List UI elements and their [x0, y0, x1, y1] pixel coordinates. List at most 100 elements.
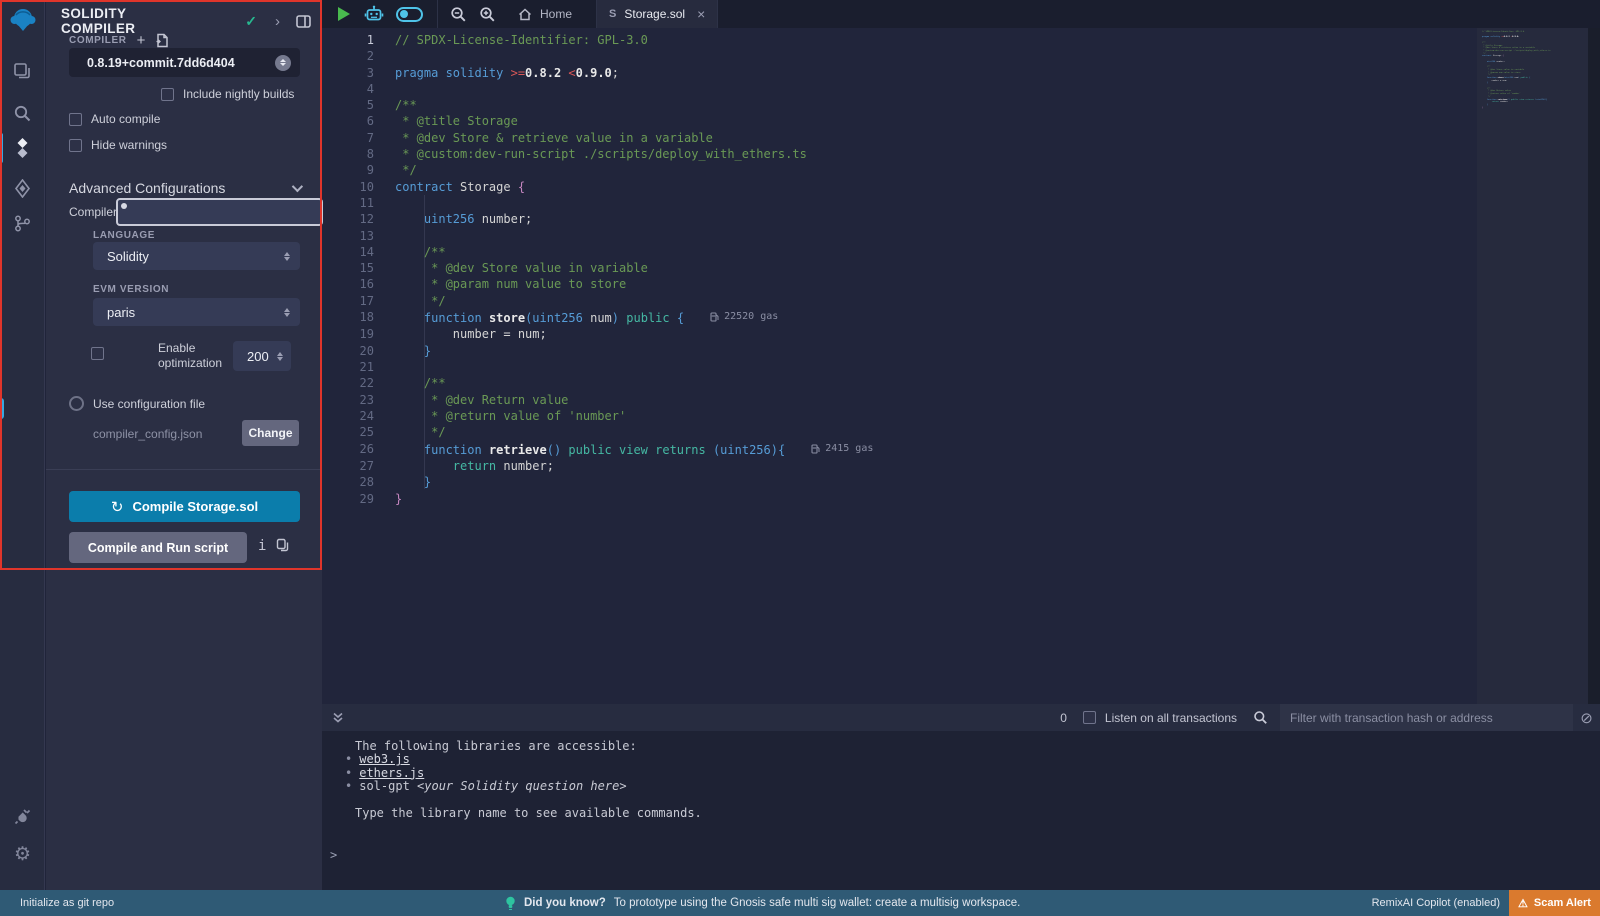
terminal-search-icon[interactable] [1253, 710, 1268, 725]
code-line[interactable]: 6 * @title Storage [322, 113, 873, 129]
code-lines: 1// SPDX-License-Identifier: GPL-3.02 3p… [322, 32, 873, 507]
copilot-toggle[interactable] [396, 7, 423, 22]
terminal-prompt[interactable]: > [322, 849, 1600, 862]
advanced-configurations-header[interactable]: Advanced Configurations [69, 180, 300, 196]
use-configuration-file-radio-row[interactable]: Use configuration file [69, 396, 205, 411]
compiler-section-label: COMPILER [69, 35, 127, 46]
evm-version-label: EVM VERSION [93, 284, 169, 295]
code-line[interactable]: 5/** [322, 97, 873, 113]
library-link[interactable]: ethers.js [359, 766, 424, 780]
code-line[interactable]: 22 /** [322, 375, 873, 391]
compile-button[interactable]: ↻ Compile Storage.sol [69, 491, 300, 522]
tab-storage-sol[interactable]: S Storage.sol × [596, 0, 718, 28]
scam-alert-button[interactable]: ⚠ Scam Alert [1509, 890, 1600, 916]
code-line[interactable]: 7 * @dev Store & retrieve value in a var… [322, 130, 873, 146]
auto-compile-row[interactable]: Auto compile [69, 112, 160, 126]
code-line[interactable]: 3pragma solidity >=0.8.2 <0.9.0; [322, 65, 873, 81]
code-line[interactable]: 24 * @return value of 'number' [322, 408, 873, 424]
minimap-rail[interactable]: // SPDX-License-Identifier: GPL-3.0 prag… [1477, 28, 1588, 704]
copilot-status[interactable]: RemixAI Copilot (enabled) [1372, 897, 1500, 909]
listen-all-transactions-label: Listen on all transactions [1105, 711, 1237, 725]
code-line[interactable]: 12 uint256 number; [322, 211, 873, 227]
home-icon [518, 8, 532, 21]
zoom-in-icon[interactable] [479, 0, 496, 28]
solidity-compiler-icon[interactable] [0, 132, 45, 164]
code-line[interactable]: 25 */ [322, 424, 873, 440]
open-file-icon[interactable] [155, 33, 169, 48]
code-line[interactable]: 13 [322, 228, 873, 244]
clear-console-icon[interactable]: ⊘ [1573, 709, 1600, 727]
transaction-count: 0 [1060, 711, 1067, 725]
change-config-button[interactable]: Change [242, 420, 299, 446]
search-icon[interactable] [0, 97, 45, 129]
code-line[interactable]: 1// SPDX-License-Identifier: GPL-3.0 [322, 32, 873, 48]
run-script-button[interactable] [338, 7, 350, 21]
git-init-status[interactable]: Initialize as git repo [20, 897, 114, 909]
forward-chevron-icon[interactable]: › [275, 14, 280, 29]
code-line[interactable]: 19 number = num; [322, 326, 873, 342]
tab-home[interactable]: Home [518, 0, 596, 28]
zoom-out-icon[interactable] [450, 0, 467, 28]
expand-terminal-icon[interactable] [332, 711, 344, 724]
code-line[interactable]: 27 return number; [322, 458, 873, 474]
remix-logo-icon[interactable] [0, 4, 45, 36]
auto-compile-checkbox[interactable] [69, 113, 82, 126]
listen-all-transactions-checkbox[interactable] [1083, 711, 1096, 724]
code-line[interactable]: 20 } [322, 343, 873, 359]
optimization-runs-input[interactable]: 200 [233, 341, 291, 371]
code-line[interactable]: 2 [322, 48, 873, 64]
code-line[interactable]: 17 */ [322, 293, 873, 309]
terminal-header[interactable]: 0 Listen on all transactions Filter with… [322, 704, 1600, 731]
compiler-configuration-radio[interactable] [116, 198, 323, 226]
library-link[interactable]: web3.js [359, 752, 410, 766]
line-number: 28 [322, 474, 374, 490]
did-you-know-tip: Did you know? To prototype using the Gno… [505, 896, 1020, 911]
include-nightly-checkbox[interactable] [161, 88, 174, 101]
hide-warnings-checkbox[interactable] [69, 139, 82, 152]
code-line[interactable]: 18 function store(uint256 num) public {2… [322, 309, 873, 326]
deploy-run-icon[interactable] [0, 172, 45, 204]
transaction-filter-input[interactable]: Filter with transaction hash or address [1280, 704, 1573, 731]
code-line[interactable]: 14 /** [322, 244, 873, 260]
code-line[interactable]: 9 */ [322, 162, 873, 178]
include-nightly-row[interactable]: Include nightly builds [161, 87, 294, 101]
copy-icon[interactable] [276, 538, 289, 552]
code-line[interactable]: 15 * @dev Store value in variable [322, 260, 873, 276]
code-line[interactable]: 8 * @custom:dev-run-script ./scripts/dep… [322, 146, 873, 162]
compile-and-run-button[interactable]: Compile and Run script [69, 532, 247, 563]
use-configuration-file-radio[interactable] [69, 396, 84, 411]
line-number: 1 [322, 32, 374, 48]
terminal-output[interactable]: The following libraries are accessible:•… [322, 731, 1600, 890]
panel-resize-grip[interactable] [0, 398, 4, 419]
code-line[interactable]: 11 [322, 195, 873, 211]
git-icon[interactable] [0, 207, 45, 239]
code-line[interactable]: 28 } [322, 474, 873, 490]
info-icon[interactable]: i [258, 538, 266, 554]
evm-version-select[interactable]: paris [93, 298, 300, 326]
compiler-version-select[interactable]: 0.8.19+commit.7dd6d404 [69, 48, 300, 77]
file-explorer-icon[interactable] [0, 55, 45, 87]
code-line[interactable]: 29} [322, 491, 873, 507]
compiler-configuration-radio-row[interactable]: Compiler configuration [69, 205, 189, 219]
enable-optimization-checkbox[interactable] [91, 347, 104, 360]
split-panel-icon[interactable] [296, 15, 311, 28]
code-line[interactable]: 21 [322, 359, 873, 375]
line-number: 21 [322, 359, 374, 375]
code-editor[interactable]: 1// SPDX-License-Identifier: GPL-3.02 3p… [322, 28, 1600, 704]
settings-gear-icon[interactable]: ⚙ [0, 838, 45, 870]
code-line[interactable]: 4 [322, 81, 873, 97]
hide-warnings-row[interactable]: Hide warnings [69, 138, 167, 152]
plugin-manager-icon[interactable] [0, 800, 45, 832]
line-number: 8 [322, 146, 374, 162]
code-line[interactable]: 16 * @param num value to store [322, 276, 873, 292]
code-line[interactable]: 10contract Storage { [322, 179, 873, 195]
code-line[interactable]: 23 * @dev Return value [322, 392, 873, 408]
ai-copilot-robot-icon[interactable] [364, 0, 384, 28]
close-tab-icon[interactable]: × [697, 6, 705, 22]
language-select[interactable]: Solidity [93, 242, 300, 270]
add-compiler-icon[interactable]: + [137, 33, 146, 48]
runs-stepper-icon [277, 352, 283, 361]
line-number: 19 [322, 326, 374, 342]
main-area: Home S Storage.sol × 1// SPDX-License-Id… [322, 0, 1600, 890]
code-line[interactable]: 26 function retrieve() public view retur… [322, 441, 873, 458]
